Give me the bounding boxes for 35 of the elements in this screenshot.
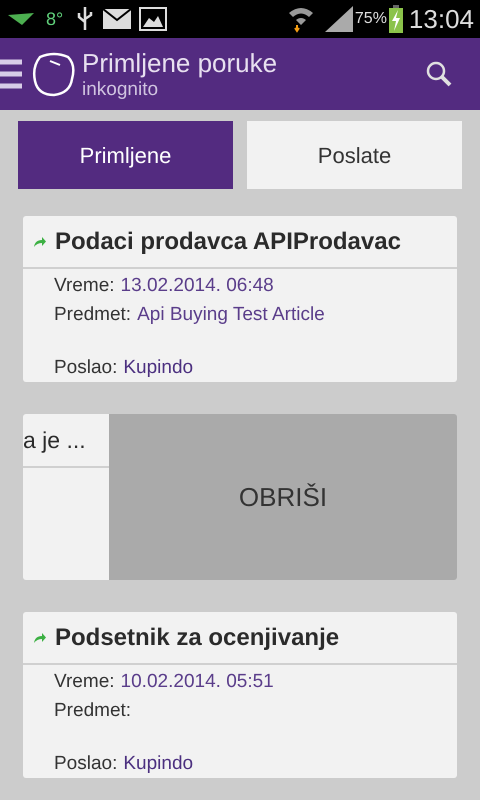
delete-button[interactable]: OBRIŠI <box>109 414 457 580</box>
blob-logo-icon <box>32 51 76 97</box>
field-label: Poslao: <box>54 752 118 776</box>
app-title: Primljene poruke <box>82 50 278 76</box>
field-label: Predmet: <box>54 699 132 723</box>
search-icon[interactable] <box>426 61 452 87</box>
message-title: Podsetnik za ocenjivanje <box>55 622 340 652</box>
field-value: Api Buying Test Article <box>137 303 325 327</box>
field-label: Vreme: <box>54 274 115 298</box>
sender-name[interactable]: Kupindo <box>123 353 194 382</box>
tab[interactable]: Poslate <box>247 121 462 189</box>
reply-arrow-icon <box>33 632 47 644</box>
sender-name[interactable]: Kupindo <box>123 749 194 778</box>
battery-percent: 75% <box>354 9 387 29</box>
field-value: 13.02.2014. 06:48 <box>120 274 274 298</box>
field-label: Vreme: <box>54 670 115 694</box>
message-card[interactable]: a je ... <box>23 414 109 580</box>
image-icon <box>139 7 168 31</box>
message-card[interactable]: Podaci prodavca APIProdavac Vreme: 13.02.2014. 06:48 Predmet: Api Buying Test Article Poslao: Kupindo <box>23 216 457 382</box>
message-title: a je ... <box>23 426 86 455</box>
battery-charging-icon <box>388 5 403 33</box>
signal-icon <box>324 6 353 32</box>
reply-arrow-icon <box>33 236 47 248</box>
app-subtitle: inkognito <box>82 80 160 98</box>
usb-icon <box>77 6 94 32</box>
field-label: Predmet: <box>54 303 132 327</box>
message-card[interactable]: Podsetnik za ocenjivanje Vreme: 10.02.2014. 05:51 Predmet: Poslao: Kupindo <box>23 612 457 778</box>
message-title: Podaci prodavca APIProdavac <box>55 226 401 256</box>
mail-icon <box>103 9 132 29</box>
wifi-icon <box>286 5 315 33</box>
field-value: 10.02.2014. 05:51 <box>120 670 274 694</box>
temperature: 8° <box>46 8 64 30</box>
field-label: Poslao: <box>54 356 118 380</box>
tab[interactable]: Primljene <box>18 121 233 189</box>
clock: 13:04 <box>408 2 474 36</box>
